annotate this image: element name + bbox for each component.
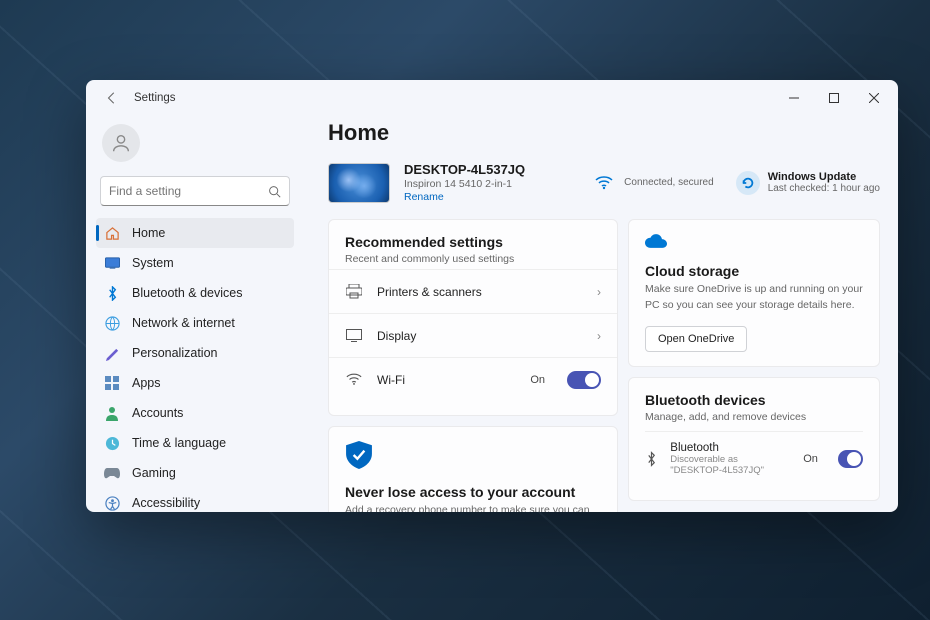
nav-label: Time & language xyxy=(132,436,226,450)
nav-label: Network & internet xyxy=(132,316,235,330)
nav-home[interactable]: Home xyxy=(96,218,294,248)
cloud-card: Cloud storage Make sure OneDrive is up a… xyxy=(628,219,880,367)
close-button[interactable] xyxy=(854,82,894,114)
nav-gaming[interactable]: Gaming xyxy=(96,458,294,488)
nav-label: Apps xyxy=(132,376,161,390)
bluetooth-toggle[interactable] xyxy=(838,450,863,468)
update-label: Windows Update xyxy=(768,171,880,183)
nav-accessibility[interactable]: Accessibility xyxy=(96,488,294,512)
bluetooth-title: Bluetooth devices xyxy=(645,392,863,408)
toggle-label: On xyxy=(530,374,545,386)
cloud-desc: Make sure OneDrive is up and running on … xyxy=(645,282,863,314)
shield-check-icon xyxy=(345,441,373,469)
maximize-button[interactable] xyxy=(814,82,854,114)
wifi-status-text: Connected, secured xyxy=(624,177,714,188)
recommended-sub: Recent and commonly used settings xyxy=(345,253,601,265)
nav-list: Home System Bluetooth & devices Network … xyxy=(90,216,300,512)
nav-apps[interactable]: Apps xyxy=(96,368,294,398)
main-content[interactable]: Home DESKTOP-4L537JQ Inspiron 14 5410 2-… xyxy=(304,116,898,512)
nav-system[interactable]: System xyxy=(96,248,294,278)
bluetooth-row-label: Bluetooth xyxy=(670,442,791,454)
update-sub: Last checked: 1 hour ago xyxy=(768,183,880,194)
rename-link[interactable]: Rename xyxy=(404,191,525,203)
nav-label: Accounts xyxy=(132,406,183,420)
row-wifi[interactable]: Wi-Fi On xyxy=(329,357,617,401)
bluetooth-sub: Manage, add, and remove devices xyxy=(645,411,863,423)
bluetooth-row[interactable]: Bluetooth Discoverable as "DESKTOP-4L537… xyxy=(645,431,863,486)
bluetooth-icon xyxy=(104,285,120,301)
nav-time[interactable]: Time & language xyxy=(96,428,294,458)
avatar-icon xyxy=(102,124,140,162)
device-name: DESKTOP-4L537JQ xyxy=(404,162,525,177)
row-label: Wi-Fi xyxy=(377,373,405,387)
minimize-button[interactable] xyxy=(774,82,814,114)
row-label: Display xyxy=(377,329,416,343)
bluetooth-icon xyxy=(645,450,658,468)
nav-label: Accessibility xyxy=(132,496,200,510)
bluetooth-row-sub: Discoverable as "DESKTOP-4L537JQ" xyxy=(670,454,791,476)
row-printers[interactable]: Printers & scanners › xyxy=(329,269,617,313)
wifi-status[interactable]: Connected, secured xyxy=(592,171,714,195)
titlebar: Settings xyxy=(86,80,898,116)
update-status-icon xyxy=(736,171,760,195)
accessibility-icon xyxy=(104,495,120,511)
search-icon xyxy=(268,185,281,198)
bluetooth-card: Bluetooth devices Manage, add, and remov… xyxy=(628,377,880,501)
profile[interactable] xyxy=(90,116,300,176)
gaming-icon xyxy=(104,465,120,481)
device-model: Inspiron 14 5410 2-in-1 xyxy=(404,178,525,190)
nav-network[interactable]: Network & internet xyxy=(96,308,294,338)
wifi-toggle[interactable] xyxy=(567,371,601,389)
window-title: Settings xyxy=(134,92,176,104)
nav-label: Home xyxy=(132,226,165,240)
recommended-card: Recommended settings Recent and commonly… xyxy=(328,219,618,416)
nav-label: Bluetooth & devices xyxy=(132,286,243,300)
back-button[interactable] xyxy=(98,84,126,112)
row-display[interactable]: Display › xyxy=(329,313,617,357)
sidebar: Home System Bluetooth & devices Network … xyxy=(86,116,304,512)
accounts-icon xyxy=(104,405,120,421)
apps-icon xyxy=(104,375,120,391)
account-card: Never lose access to your account Add a … xyxy=(328,426,618,512)
account-desc: Add a recovery phone number to make sure… xyxy=(345,503,601,512)
network-icon xyxy=(104,315,120,331)
personalization-icon xyxy=(104,345,120,361)
settings-window: Settings Home System Bluetooth & devices… xyxy=(86,80,898,512)
chevron-right-icon: › xyxy=(597,329,601,343)
nav-accounts[interactable]: Accounts xyxy=(96,398,294,428)
recommended-title: Recommended settings xyxy=(345,234,601,250)
row-label: Printers & scanners xyxy=(377,285,482,299)
update-status[interactable]: Windows Update Last checked: 1 hour ago xyxy=(736,171,880,195)
cloud-title: Cloud storage xyxy=(645,263,863,279)
open-onedrive-button[interactable]: Open OneDrive xyxy=(645,326,747,352)
nav-label: System xyxy=(132,256,174,270)
time-icon xyxy=(104,435,120,451)
search-field[interactable] xyxy=(109,184,268,198)
chevron-right-icon: › xyxy=(597,285,601,299)
device-thumbnail[interactable] xyxy=(328,163,390,203)
display-icon xyxy=(345,327,363,345)
nav-label: Gaming xyxy=(132,466,176,480)
device-row: DESKTOP-4L537JQ Inspiron 14 5410 2-in-1 … xyxy=(328,162,880,203)
cloud-icon xyxy=(645,234,667,248)
printer-icon xyxy=(345,283,363,301)
wifi-icon xyxy=(592,171,616,195)
search-input[interactable] xyxy=(100,176,290,206)
page-heading: Home xyxy=(328,120,880,146)
home-icon xyxy=(104,225,120,241)
nav-personalization[interactable]: Personalization xyxy=(96,338,294,368)
nav-label: Personalization xyxy=(132,346,217,360)
nav-bluetooth[interactable]: Bluetooth & devices xyxy=(96,278,294,308)
toggle-label: On xyxy=(803,453,818,465)
system-icon xyxy=(104,255,120,271)
account-title: Never lose access to your account xyxy=(345,484,601,500)
wifi-icon xyxy=(345,371,363,389)
